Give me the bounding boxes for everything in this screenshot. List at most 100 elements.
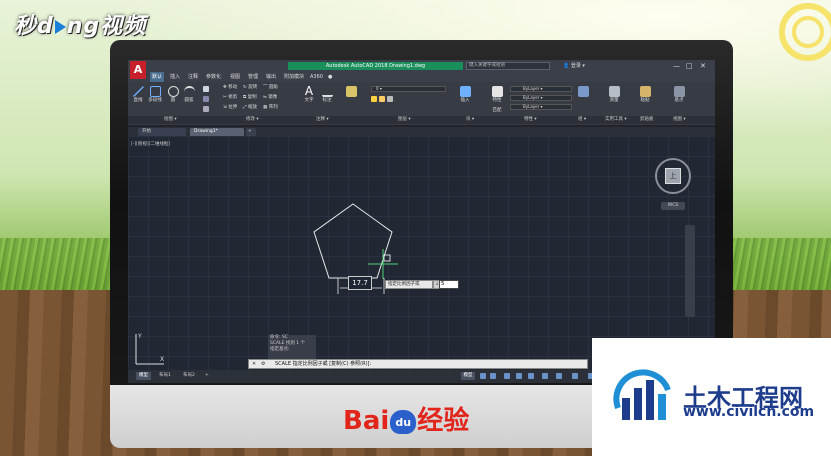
panel-label-layers[interactable]: 图层 ▾ [398, 116, 411, 124]
dimension-icon [321, 86, 333, 97]
tab-manage[interactable]: 管理 [248, 72, 258, 82]
base-tool[interactable]: 基点 [672, 86, 686, 104]
sun-icon[interactable] [379, 96, 385, 102]
base-view-icon [673, 86, 685, 97]
panel-label-properties[interactable]: 特性 ▾ [524, 116, 537, 124]
tab-view[interactable]: 视图 [230, 72, 240, 82]
wrench-icon[interactable]: ⚙ [261, 360, 265, 369]
svg-text:X: X [160, 356, 164, 363]
match-properties-tool[interactable]: 匹配 [490, 108, 504, 114]
circle-icon [167, 86, 179, 97]
cursor-pickbox [383, 254, 391, 262]
panel-label-clipboard[interactable]: 剪贴板 [640, 116, 654, 124]
baidu-jingyan-logo: Bai du 经验 [343, 406, 470, 436]
insert-block-tool[interactable]: 插入 [458, 86, 472, 104]
arc-tool[interactable]: 圆弧 [182, 86, 196, 104]
tab-drawing1[interactable]: Drawing1* [190, 128, 244, 136]
spline-icon[interactable] [203, 106, 209, 112]
grid-icon[interactable] [480, 373, 486, 379]
hatch-icon[interactable] [203, 96, 209, 102]
tab-layout1[interactable]: 布局1 [156, 372, 174, 380]
circle-tool[interactable]: 圆 [166, 86, 180, 104]
app-menu-button[interactable]: A [130, 61, 146, 79]
panel-label-modify[interactable]: 修改 ▾ [246, 116, 259, 124]
layer-properties-tool[interactable] [344, 86, 358, 98]
panel-label-view[interactable]: 视图 ▾ [673, 116, 686, 124]
panel-label-utilities[interactable]: 实用工具 ▾ [605, 116, 627, 124]
tab-parametric[interactable]: 参数化 [206, 72, 221, 82]
clipboard-icon [639, 86, 651, 97]
tab-addins[interactable]: 附加模块 [284, 72, 304, 82]
new-tab-button[interactable]: + [246, 128, 256, 136]
tab-extra[interactable]: ● [328, 72, 332, 82]
model-space-button[interactable]: 模型 [461, 372, 475, 380]
measure-tool[interactable]: 测量 [606, 86, 622, 104]
ruler-icon [608, 86, 620, 97]
new-layout-button[interactable]: + [202, 372, 212, 380]
polyline-icon [149, 86, 161, 97]
tab-a360[interactable]: A360 [310, 72, 323, 82]
scale-tool[interactable]: ⤢ 缩放 [243, 105, 257, 111]
command-prompt[interactable]: SCALE 指定比例因子或 [复制(C) 参照(R)]: [275, 360, 371, 369]
tab-layout2[interactable]: 布局2 [180, 372, 198, 380]
group-icon [577, 86, 589, 97]
panel-label-annotation[interactable]: 注释 ▾ [316, 116, 329, 124]
command-line[interactable]: ✕ ⚙ SCALE 指定比例因子或 [复制(C) 参照(R)]: [248, 359, 588, 369]
scale-factor-input[interactable]: 5 [439, 280, 459, 289]
tab-output[interactable]: 输出 [266, 72, 276, 82]
dimension-tool[interactable]: 标注 [320, 86, 334, 104]
layer-select[interactable]: 0 ▾ [371, 86, 446, 92]
tab-start[interactable]: 开始 [138, 128, 186, 136]
stretch-tool[interactable]: ⇲ 拉伸 [223, 105, 237, 111]
group-tool[interactable] [576, 86, 590, 98]
panel-label-groups[interactable]: 组 ▾ [578, 116, 586, 124]
tab-default[interactable]: 默认 [150, 72, 165, 82]
properties-icon [491, 86, 503, 97]
tab-annotate[interactable]: 注释 [188, 72, 198, 82]
ribbon-panel-labels: 绘图 ▾ 修改 ▾ 注释 ▾ 图层 ▾ 块 ▾ 特性 ▾ 组 ▾ 实用工具 ▾ … [128, 116, 715, 124]
lineweight-select[interactable]: ByLayer ▾ [510, 104, 572, 110]
minimize-button[interactable]: — [673, 61, 680, 71]
close-button[interactable]: ✕ [700, 61, 706, 71]
watermark-url: www.civilcn.com [683, 404, 815, 420]
tab-model[interactable]: 模型 [136, 372, 151, 380]
polyline-tool[interactable]: 多段线 [146, 86, 164, 104]
copy-tool[interactable]: ⧉ 复制 [243, 95, 257, 101]
lineweight-icon[interactable] [556, 373, 562, 379]
search-input[interactable]: 键入关键字或短语 [466, 62, 550, 70]
maximize-button[interactable]: □ [686, 61, 693, 71]
osnap-icon[interactable] [528, 373, 534, 379]
panel-label-block[interactable]: 块 ▾ [466, 116, 474, 124]
line-tool[interactable]: 直线 [131, 86, 145, 104]
viewcube-top-face[interactable]: 上 [665, 168, 681, 184]
snap-icon[interactable] [490, 373, 496, 379]
text-tool[interactable]: A 文字 [302, 85, 316, 104]
paste-tool[interactable]: 粘贴 [638, 86, 652, 104]
rotate-tool[interactable]: ↻ 旋转 [243, 85, 257, 91]
otrack-icon[interactable] [542, 373, 548, 379]
dynamic-input-prompt: 指定比例因子或 [385, 280, 433, 289]
linetype-select[interactable]: ByLayer ▾ [510, 95, 572, 101]
login-button[interactable]: 👤 登录 ▾ [563, 61, 585, 71]
panel-label-draw[interactable]: 绘图 ▾ [164, 116, 177, 124]
navigation-bar[interactable] [685, 225, 695, 317]
rectangle-icon[interactable] [203, 86, 209, 92]
wcs-menu[interactable]: WCS [661, 202, 685, 210]
lightbulb-icon[interactable] [371, 96, 377, 102]
array-tool[interactable]: ▦ 阵列 [263, 105, 278, 111]
autocad-screen: A Autodesk AutoCAD 2018 Drawing1.dwg 键入关… [128, 60, 715, 383]
trim-tool[interactable]: ✂ 修剪 [223, 95, 237, 101]
properties-tool[interactable]: 特性 [490, 86, 504, 104]
tab-insert[interactable]: 插入 [170, 72, 180, 82]
close-icon[interactable]: ✕ [252, 360, 256, 369]
annotation-scale-icon[interactable] [572, 373, 578, 379]
ortho-icon[interactable] [504, 373, 510, 379]
mirror-tool[interactable]: ⇋ 镜像 [263, 95, 277, 101]
fillet-tool[interactable]: ⌒ 圆角 [263, 85, 278, 91]
sun-decoration [779, 3, 831, 61]
miaodong-logo: 秒d ng视频 [14, 14, 147, 39]
polar-icon[interactable] [516, 373, 522, 379]
lock-icon[interactable] [387, 96, 393, 102]
color-select[interactable]: ByLayer ▾ [510, 86, 572, 92]
move-tool[interactable]: ✥ 移动 [223, 85, 237, 91]
